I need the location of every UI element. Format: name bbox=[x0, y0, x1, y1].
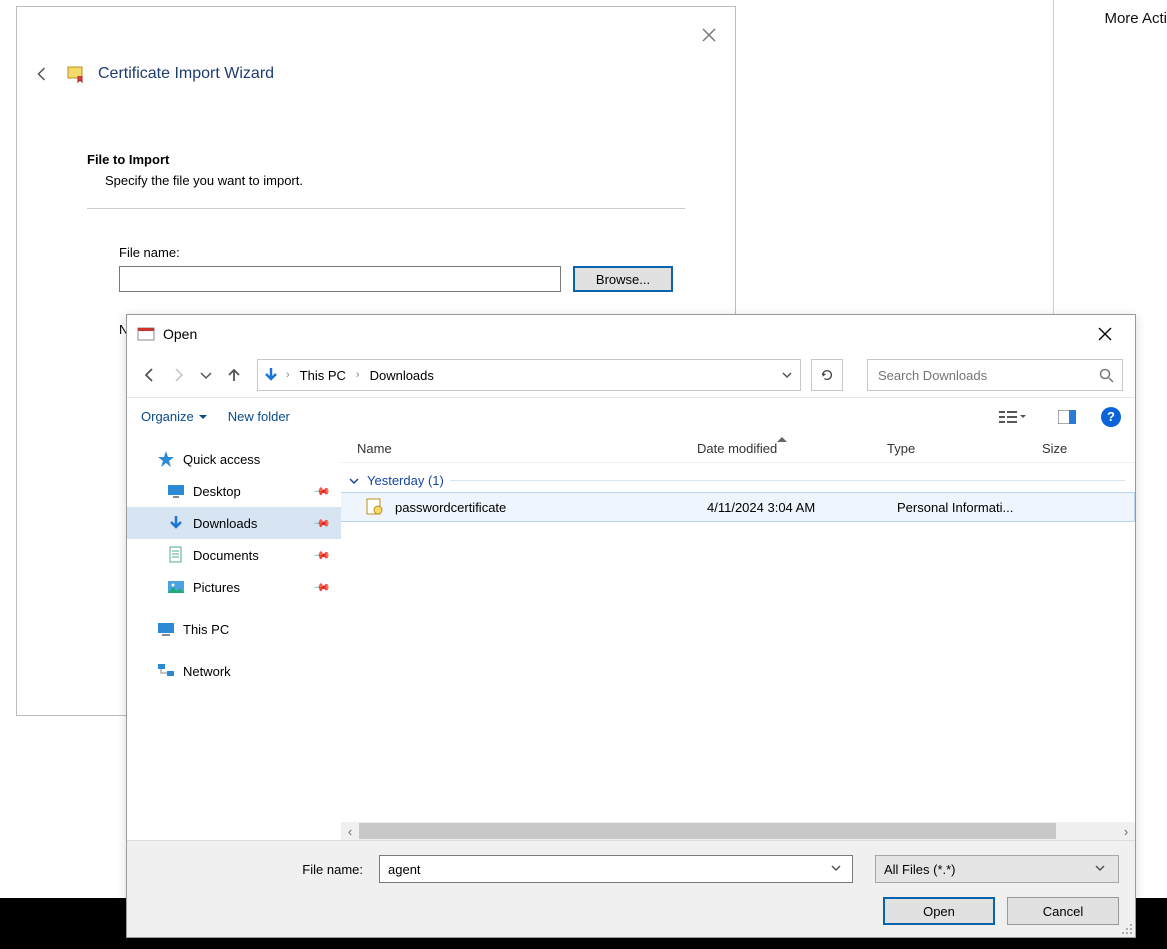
download-arrow-icon bbox=[262, 366, 280, 384]
nav-label: Quick access bbox=[183, 452, 260, 467]
address-bar[interactable]: › This PC › Downloads bbox=[257, 359, 801, 391]
filename-input[interactable] bbox=[386, 861, 830, 878]
column-name[interactable]: Name bbox=[357, 441, 697, 456]
column-headers[interactable]: Name Date modified Type Size bbox=[341, 435, 1135, 463]
navigation-pane: Quick access Desktop 📌 Downloads 📌 Docum… bbox=[127, 435, 341, 840]
chevron-down-icon[interactable] bbox=[1094, 862, 1110, 877]
browse-button[interactable]: Browse... bbox=[573, 266, 673, 292]
more-actions-link[interactable]: More Acti bbox=[1104, 6, 1167, 31]
file-row[interactable]: passwordcertificate 4/11/2024 3:04 AM Pe… bbox=[341, 492, 1135, 522]
address-dropdown-icon[interactable] bbox=[778, 368, 796, 382]
search-field[interactable] bbox=[876, 367, 1098, 384]
chevron-down-icon bbox=[1019, 413, 1027, 421]
nav-label: Pictures bbox=[193, 580, 240, 595]
chevron-down-icon bbox=[198, 412, 208, 422]
breadcrumb-this-pc[interactable]: This PC bbox=[296, 368, 350, 383]
section-heading: File to Import bbox=[87, 152, 685, 167]
cancel-button[interactable]: Cancel bbox=[1007, 897, 1119, 925]
wizard-title: Certificate Import Wizard bbox=[98, 65, 274, 83]
chevron-right-icon[interactable]: › bbox=[354, 369, 362, 381]
scrollbar-thumb[interactable] bbox=[359, 823, 1056, 839]
back-arrow-icon[interactable] bbox=[32, 63, 54, 85]
dialog-icon bbox=[137, 325, 155, 343]
section-subtitle: Specify the file you want to import. bbox=[105, 173, 685, 188]
file-date: 4/11/2024 3:04 AM bbox=[707, 500, 897, 515]
scroll-right-icon[interactable]: › bbox=[1117, 822, 1135, 840]
preview-pane-button[interactable] bbox=[1053, 405, 1081, 429]
group-divider bbox=[450, 480, 1125, 481]
file-name: passwordcertificate bbox=[395, 500, 707, 515]
nav-up-icon[interactable] bbox=[223, 364, 245, 386]
pin-icon: 📌 bbox=[313, 546, 332, 565]
pin-icon: 📌 bbox=[313, 514, 332, 533]
nav-pictures[interactable]: Pictures 📌 bbox=[127, 571, 341, 603]
filter-label: All Files (*.*) bbox=[884, 862, 1094, 877]
recent-dropdown-icon[interactable] bbox=[195, 364, 217, 386]
download-arrow-icon bbox=[167, 514, 185, 532]
breadcrumb-downloads[interactable]: Downloads bbox=[366, 368, 438, 383]
resize-grip-icon[interactable] bbox=[1121, 923, 1133, 935]
chevron-down-icon bbox=[347, 474, 361, 488]
certificate-icon bbox=[66, 64, 86, 84]
nav-label: Network bbox=[183, 664, 231, 679]
group-header[interactable]: Yesterday (1) bbox=[341, 463, 1135, 492]
search-input[interactable] bbox=[867, 359, 1123, 391]
nav-downloads[interactable]: Downloads 📌 bbox=[127, 507, 341, 539]
filename-input[interactable] bbox=[119, 266, 561, 292]
chevron-right-icon[interactable]: › bbox=[284, 369, 292, 381]
nav-documents[interactable]: Documents 📌 bbox=[127, 539, 341, 571]
help-icon[interactable]: ? bbox=[1101, 407, 1121, 427]
column-date-modified[interactable]: Date modified bbox=[697, 441, 887, 456]
column-type[interactable]: Type bbox=[887, 441, 1042, 456]
close-icon[interactable] bbox=[1085, 320, 1125, 348]
filename-combo[interactable] bbox=[379, 855, 853, 883]
filename-label: File name: bbox=[119, 245, 685, 260]
pin-icon: 📌 bbox=[313, 578, 332, 597]
nav-label: This PC bbox=[183, 622, 229, 637]
nav-desktop[interactable]: Desktop 📌 bbox=[127, 475, 341, 507]
dialog-title: Open bbox=[163, 326, 1085, 342]
pictures-icon bbox=[167, 578, 185, 596]
search-icon bbox=[1098, 367, 1114, 383]
filename-label: File name: bbox=[143, 862, 369, 877]
column-size[interactable]: Size bbox=[1042, 441, 1135, 456]
file-type-filter[interactable]: All Files (*.*) bbox=[875, 855, 1119, 883]
pin-icon: 📌 bbox=[313, 482, 332, 501]
refresh-icon[interactable] bbox=[811, 359, 843, 391]
scroll-left-icon[interactable]: ‹ bbox=[341, 822, 359, 840]
chevron-down-icon[interactable] bbox=[830, 862, 846, 877]
organize-button[interactable]: Organize bbox=[141, 409, 208, 424]
nav-this-pc[interactable]: This PC bbox=[127, 613, 341, 645]
nav-back-icon[interactable] bbox=[139, 364, 161, 386]
network-icon bbox=[157, 662, 175, 680]
desktop-icon bbox=[167, 482, 185, 500]
nav-label: Downloads bbox=[193, 516, 257, 531]
close-icon[interactable] bbox=[701, 27, 717, 43]
star-icon bbox=[157, 450, 175, 468]
nav-network[interactable]: Network bbox=[127, 655, 341, 687]
divider bbox=[87, 208, 685, 209]
computer-icon bbox=[157, 620, 175, 638]
nav-label: Desktop bbox=[193, 484, 241, 499]
nav-quick-access[interactable]: Quick access bbox=[127, 443, 341, 475]
document-icon bbox=[167, 546, 185, 564]
nav-forward-icon bbox=[167, 364, 189, 386]
nav-label: Documents bbox=[193, 548, 259, 563]
certificate-file-icon bbox=[365, 497, 385, 517]
group-label: Yesterday (1) bbox=[367, 473, 444, 488]
horizontal-scrollbar[interactable]: ‹ › bbox=[341, 822, 1135, 840]
open-button[interactable]: Open bbox=[883, 897, 995, 925]
file-type: Personal Informati... bbox=[897, 500, 1052, 515]
view-options-button[interactable] bbox=[993, 405, 1033, 429]
new-folder-button[interactable]: New folder bbox=[228, 409, 290, 424]
open-file-dialog: Open › This PC › Downloads Organ bbox=[126, 314, 1136, 938]
